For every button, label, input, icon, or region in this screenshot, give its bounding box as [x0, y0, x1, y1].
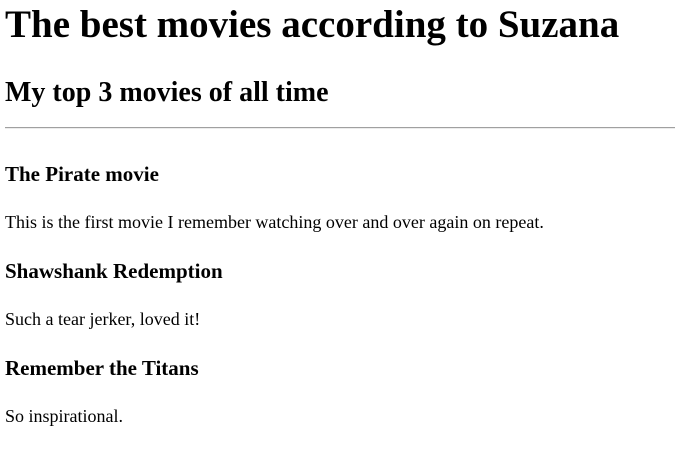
page-title: The best movies according to Suzana — [5, 3, 620, 46]
movie-description: So inspirational. — [5, 406, 123, 426]
divider — [5, 127, 675, 129]
movie-title: The Pirate movie — [5, 162, 159, 186]
movie-description: This is the first movie I remember watch… — [5, 212, 544, 232]
movie-title: Remember the Titans — [5, 356, 199, 380]
movie-title: Shawshank Redemption — [5, 259, 223, 283]
page-subtitle: My top 3 movies of all time — [5, 77, 329, 108]
movie-description: Such a tear jerker, loved it! — [5, 309, 201, 329]
